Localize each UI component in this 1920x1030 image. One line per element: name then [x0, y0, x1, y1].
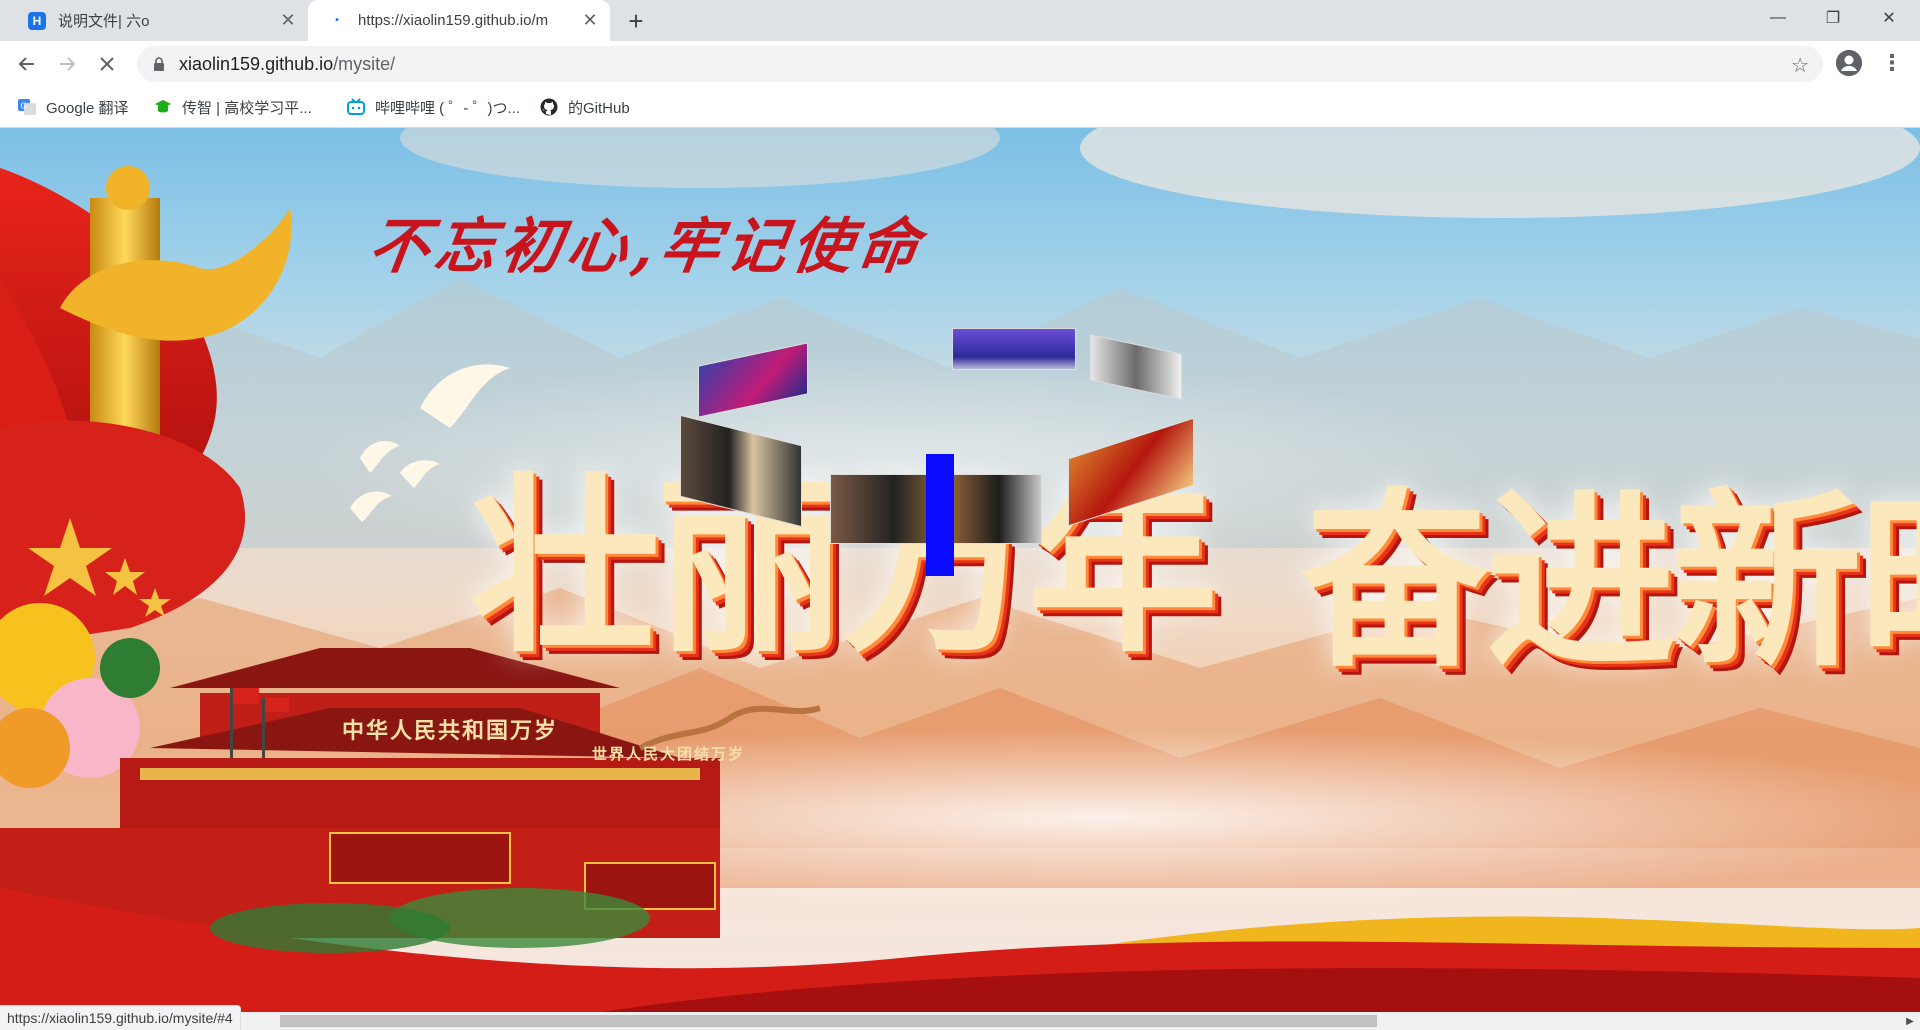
browser-toolbar: xiaolin159.github.io/mysite/ ☆ — [0, 41, 1920, 87]
url-path: /mysite/ — [333, 53, 396, 74]
bilibili-icon — [347, 98, 365, 115]
tab-title: 说明文件| 六o — [58, 13, 150, 30]
loading-dot-icon: • — [335, 15, 339, 26]
scroll-right-arrow-icon[interactable]: ▶ — [1902, 1012, 1918, 1030]
svg-text:G: G — [21, 102, 27, 111]
new-tab-button[interactable]: + — [622, 6, 650, 36]
carousel-photo[interactable] — [952, 328, 1076, 370]
bookmark-chuanzhi[interactable]: 传智 | 高校学习平... — [154, 95, 312, 119]
minimize-button[interactable]: — — [1755, 0, 1801, 36]
github-icon — [540, 98, 558, 116]
profile-avatar-icon[interactable] — [1836, 50, 1862, 76]
bookmarks-bar: G Google 翻译 传智 | 高校学习平... 哔哩哔哩 ( ゜- ゜)つ.… — [0, 87, 1920, 128]
status-url-bubble: https://xiaolin159.github.io/mysite/#4 — [0, 1005, 241, 1030]
forward-button[interactable] — [51, 48, 83, 80]
browser-menu-icon[interactable]: ⋮ — [1880, 50, 1904, 76]
gate-sign-left: 中华人民共和国万岁 — [342, 718, 559, 744]
address-text: xiaolin159.github.io/mysite/ — [179, 54, 395, 75]
bookmark-bilibili[interactable]: 哔哩哔哩 ( ゜- ゜)つ... — [347, 95, 520, 119]
stop-x-icon — [100, 57, 114, 71]
gate-sign-right: 世界人民大团结万岁 — [592, 745, 746, 763]
h-logo-icon: H — [28, 11, 46, 30]
slogan-heading: 不忘初心,牢记使命 — [364, 212, 930, 282]
restore-button[interactable]: ❐ — [1810, 0, 1856, 36]
bookmark-label: 的GitHub — [568, 99, 630, 117]
bookmark-google-translate[interactable]: G Google 翻译 — [18, 95, 129, 119]
tab-mysite[interactable]: • https://xiaolin159.github.io/m ✕ — [308, 0, 610, 41]
close-tab-icon[interactable]: ✕ — [580, 10, 600, 31]
stop-loading-button[interactable] — [91, 48, 123, 80]
url-host: xiaolin159.github.io — [179, 53, 334, 74]
back-arrow-icon — [18, 57, 34, 71]
close-tab-icon[interactable]: ✕ — [278, 10, 298, 31]
tab-strip: H 说明文件| 六o ✕ • https://xiaolin159.github… — [0, 0, 1920, 41]
bookmark-github[interactable]: 的GitHub — [540, 95, 630, 119]
tab-title: https://xiaolin159.github.io/m — [358, 12, 549, 29]
address-bar[interactable]: xiaolin159.github.io/mysite/ ☆ — [137, 46, 1823, 82]
tab-docs[interactable]: H 说明文件| 六o ✕ — [8, 0, 308, 41]
page-banner: 不忘初心,牢记使命 壮丽万年 奋进新时 中华人民共和国万岁 世界人民大团结万岁 — [0, 128, 1920, 1012]
close-window-button[interactable]: ✕ — [1866, 0, 1912, 36]
chuanzhi-icon — [155, 100, 171, 113]
carousel-photo[interactable] — [926, 454, 954, 576]
bookmark-label: 哔哩哔哩 ( ゜- ゜)つ... — [375, 99, 520, 117]
horizontal-scrollbar[interactable]: ▶ — [0, 1012, 1920, 1030]
bookmark-label: Google 翻译 — [46, 99, 129, 117]
bookmark-label: 传智 | 高校学习平... — [182, 99, 312, 117]
banner-calligraphy-right: 奋进新时 — [1300, 470, 1920, 693]
bookmark-star-icon[interactable]: ☆ — [1791, 53, 1809, 78]
google-translate-icon: G — [18, 99, 36, 115]
forward-arrow-icon — [60, 57, 76, 71]
scrollbar-thumb[interactable] — [280, 1015, 1377, 1027]
back-button[interactable] — [11, 48, 43, 80]
lock-icon — [153, 57, 165, 71]
